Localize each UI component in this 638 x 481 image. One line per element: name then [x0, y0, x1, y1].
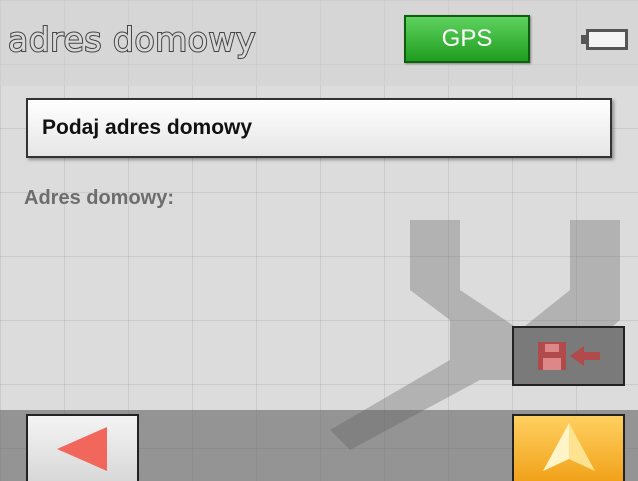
- navigate-button[interactable]: [512, 414, 625, 481]
- page-title: adres domowy: [7, 19, 257, 60]
- navigation-arrow-icon: [542, 422, 595, 471]
- left-arrow-icon: [56, 426, 107, 471]
- back-button[interactable]: [26, 414, 139, 481]
- save-arrow-icon: [537, 342, 600, 370]
- address-input-placeholder: Podaj adres domowy: [42, 116, 253, 139]
- gps-status-button[interactable]: GPS: [404, 15, 530, 63]
- home-address-label: Adres domowy:: [24, 187, 175, 209]
- address-input[interactable]: Podaj adres domowy: [26, 98, 612, 158]
- save-address-button[interactable]: [512, 326, 625, 386]
- battery-icon: [581, 29, 628, 50]
